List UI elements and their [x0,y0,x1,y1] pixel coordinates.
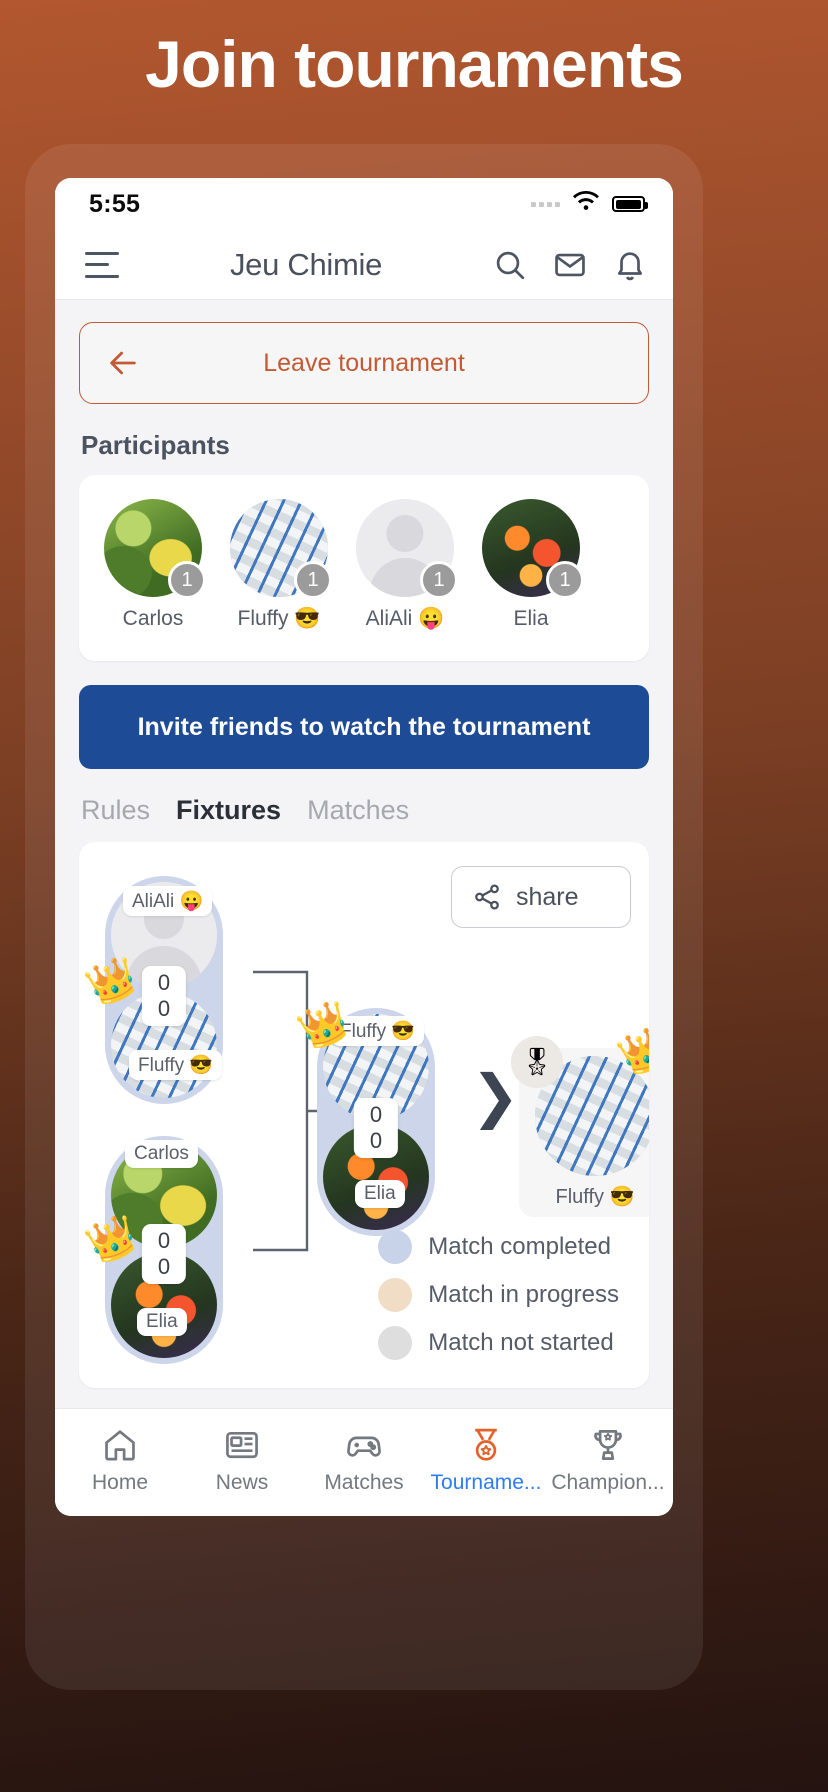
leave-tournament-label: Leave tournament [263,348,465,377]
participant-badge: 1 [294,561,332,599]
nav-item-home[interactable]: Home [59,1426,181,1495]
participant-name: Carlos [122,607,184,630]
legend-label: Match not started [428,1329,614,1356]
wifi-icon [571,190,601,218]
champion-name: Fluffy 😎 [555,1186,635,1208]
nav-label: Champion... [551,1471,665,1494]
phone-screen: 5:55 Jeu Chimie Leave tournament Partici… [55,178,673,1516]
battery-icon [612,196,648,212]
arrow-left-icon [106,346,140,380]
share-button[interactable]: share [451,866,631,928]
nav-item-championships[interactable]: Champion... [547,1426,669,1495]
share-icon [472,882,502,912]
bracket-score: 0 0 [353,1098,399,1158]
bracket-score: 0 0 [141,1224,187,1284]
nav-label: Home [91,1471,149,1494]
bracket-legend: Match completed Match in progress Match … [378,1230,619,1360]
chevron-right-icon: ❯ [471,1064,520,1129]
participants-card: 1 Carlos 1 Fluffy 😎 1 AliAli 😛 1 Elia [79,475,649,661]
nav-label: Tourname... [430,1471,542,1494]
legend-swatch-in-progress [378,1278,413,1312]
legend-item: Match completed [378,1230,619,1264]
app-bar-actions [493,248,647,282]
participants-heading: Participants [81,430,230,460]
signal-dots-icon [531,201,560,207]
share-label: share [516,882,579,911]
tab-matches[interactable]: Matches [307,795,409,826]
medal-icon [466,1426,506,1464]
bracket-score: 0 0 [141,966,187,1026]
page-title: Jeu Chimie [229,246,383,282]
participant-name: AliAli 😛 [365,607,445,630]
legend-swatch-completed [378,1230,413,1264]
legend-item: Match not started [378,1326,619,1360]
tab-fixtures[interactable]: Fixtures [176,795,281,826]
nav-item-matches[interactable]: Matches [303,1426,425,1495]
leave-tournament-button[interactable]: Leave tournament [79,322,649,404]
participant-item[interactable]: 1 Fluffy 😎 [227,499,332,631]
participant-item[interactable]: 1 AliAli 😛 [353,499,458,631]
bracket-player-name: Elia [137,1308,187,1336]
promo-headline: Join tournaments [145,27,684,101]
bracket-player-name: Fluffy 😎 [129,1050,223,1080]
invite-friends-button[interactable]: Invite friends to watch the tournament [79,685,649,769]
fixtures-bracket: share AliAli 😛 Fluffy 😎 0 0 👑 Carlos Eli… [79,842,649,1388]
participant-name: Elia [513,607,549,630]
tab-bar: Rules Fixtures Matches [81,795,649,826]
nav-label: Matches [324,1471,404,1494]
legend-label: Match completed [428,1233,612,1260]
search-icon[interactable] [493,248,527,282]
participant-badge: 1 [420,561,458,599]
trophy-icon [588,1426,628,1464]
bracket-player-name: Elia [355,1180,405,1208]
news-icon [222,1426,262,1464]
status-bar: 5:55 [55,178,673,230]
participant-item[interactable]: 1 Elia [479,499,584,631]
legend-item: Match in progress [378,1278,619,1312]
hamburger-menu-icon[interactable] [85,251,119,278]
bottom-navigation: Home News Matches Tourname... Champion.. [55,1408,673,1516]
bell-icon[interactable] [613,248,647,282]
bracket-player-name: AliAli 😛 [123,886,213,916]
gamepad-icon [344,1426,384,1464]
participant-badge: 1 [546,561,584,599]
legend-label: Match in progress [428,1281,619,1308]
status-time: 5:55 [89,189,141,218]
home-icon [100,1426,140,1464]
participants-list: 1 Carlos 1 Fluffy 😎 1 AliAli 😛 1 Elia [101,499,627,631]
tab-rules[interactable]: Rules [81,795,150,826]
participant-badge: 1 [168,561,206,599]
medal-icon: 🎖 [511,1036,563,1088]
nav-item-news[interactable]: News [181,1426,303,1495]
participant-name: Fluffy 😎 [237,607,321,630]
legend-swatch-not-started [378,1326,413,1360]
bracket-player-name: Carlos [125,1140,198,1168]
nav-label: News [215,1471,269,1494]
participant-item[interactable]: 1 Carlos [101,499,206,631]
mail-icon[interactable] [553,248,587,282]
nav-item-tournaments[interactable]: Tourname... [425,1426,547,1495]
app-bar: Jeu Chimie [55,230,673,300]
status-indicators [531,190,648,218]
content-area: Leave tournament Participants 1 Carlos 1… [55,300,673,1408]
